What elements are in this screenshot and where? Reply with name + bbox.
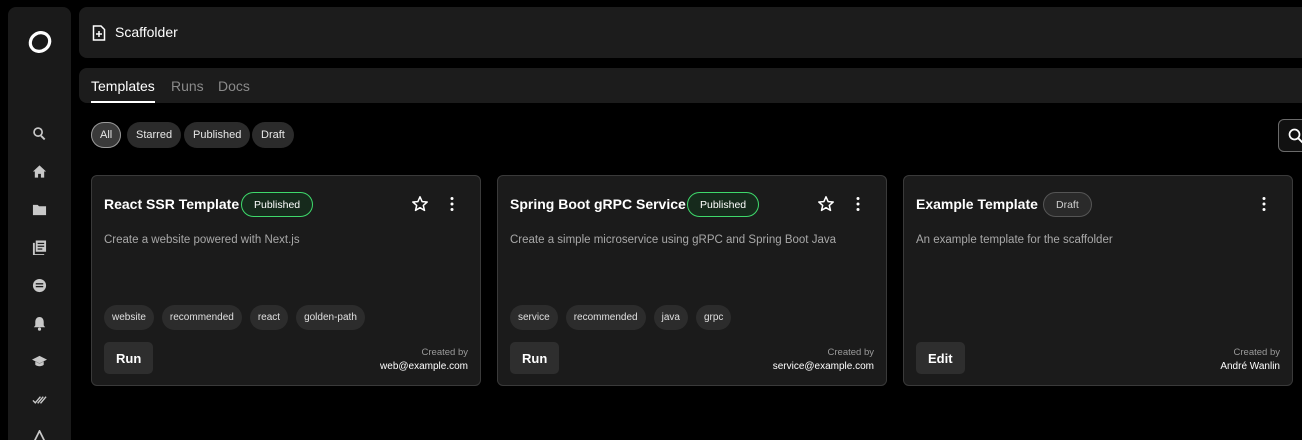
created-by-value: service@example.com bbox=[772, 361, 874, 372]
new-file-icon bbox=[92, 25, 106, 41]
template-card: Example Template Draft An example templa… bbox=[903, 175, 1293, 386]
tag[interactable]: java bbox=[653, 305, 688, 330]
double-check-icon[interactable] bbox=[30, 390, 48, 408]
card-description: Create a simple microservice using gRPC … bbox=[510, 234, 836, 246]
filter-all[interactable]: All bbox=[91, 122, 122, 148]
search-icon[interactable] bbox=[30, 124, 48, 142]
chat-icon[interactable] bbox=[30, 276, 48, 294]
run-button[interactable]: Run bbox=[104, 342, 154, 374]
tag-list: website recommended react golden-path bbox=[104, 305, 365, 330]
active-tab-indicator bbox=[91, 101, 155, 103]
status-badge: Draft bbox=[1043, 192, 1092, 217]
run-button[interactable]: Run bbox=[510, 342, 560, 374]
created-by-label: Created by bbox=[827, 347, 874, 358]
filter-draft[interactable]: Draft bbox=[252, 122, 294, 148]
card-title: Example Template bbox=[916, 196, 1038, 212]
created-by-label: Created by bbox=[421, 347, 468, 358]
tag[interactable]: recommended bbox=[161, 305, 242, 330]
template-card: React SSR Template Published Create a we… bbox=[91, 175, 481, 386]
tab-templates[interactable]: Templates bbox=[91, 78, 155, 94]
search-icon bbox=[1288, 128, 1302, 144]
filter-published[interactable]: Published bbox=[184, 122, 251, 148]
home-icon[interactable] bbox=[30, 162, 48, 180]
library-icon[interactable] bbox=[30, 238, 48, 256]
star-icon[interactable] bbox=[411, 195, 429, 213]
tabs-bar: Templates Runs Docs bbox=[79, 68, 1302, 103]
tag[interactable]: service bbox=[510, 305, 558, 330]
page-title: Scaffolder bbox=[115, 24, 178, 40]
tag[interactable]: recommended bbox=[565, 305, 646, 330]
triangle-icon[interactable] bbox=[30, 428, 48, 440]
status-badge: Published bbox=[687, 192, 760, 217]
tag-list: service recommended java grpc bbox=[510, 305, 732, 330]
edit-button[interactable]: Edit bbox=[916, 342, 965, 374]
created-by-label: Created by bbox=[1233, 347, 1280, 358]
star-icon[interactable] bbox=[817, 195, 835, 213]
more-options-icon[interactable] bbox=[446, 195, 458, 213]
card-title: React SSR Template bbox=[104, 196, 240, 212]
created-by-value: web@example.com bbox=[380, 361, 468, 372]
sidebar bbox=[8, 7, 71, 440]
tag[interactable]: golden-path bbox=[296, 305, 365, 330]
status-badge: Published bbox=[241, 192, 314, 217]
created-by-value: André Wanlin bbox=[1220, 361, 1280, 372]
filter-starred[interactable]: Starred bbox=[127, 122, 182, 148]
logo-icon[interactable] bbox=[27, 29, 53, 55]
tab-runs[interactable]: Runs bbox=[171, 78, 204, 94]
folder-icon[interactable] bbox=[30, 200, 48, 218]
more-options-icon[interactable] bbox=[1258, 195, 1270, 213]
bell-icon[interactable] bbox=[30, 314, 48, 332]
tab-docs[interactable]: Docs bbox=[218, 78, 250, 94]
graduation-cap-icon[interactable] bbox=[30, 352, 48, 370]
page-header: Scaffolder bbox=[79, 7, 1302, 58]
more-options-icon[interactable] bbox=[852, 195, 864, 213]
card-title: Spring Boot gRPC Service bbox=[510, 196, 686, 212]
tag[interactable]: website bbox=[104, 305, 154, 330]
search-button[interactable] bbox=[1278, 119, 1302, 152]
tag[interactable]: grpc bbox=[695, 305, 732, 330]
card-description: Create a website powered with Next.js bbox=[104, 234, 300, 246]
tag[interactable]: react bbox=[249, 305, 289, 330]
template-card: Spring Boot gRPC Service Published Creat… bbox=[497, 175, 887, 386]
card-description: An example template for the scaffolder bbox=[916, 234, 1113, 246]
